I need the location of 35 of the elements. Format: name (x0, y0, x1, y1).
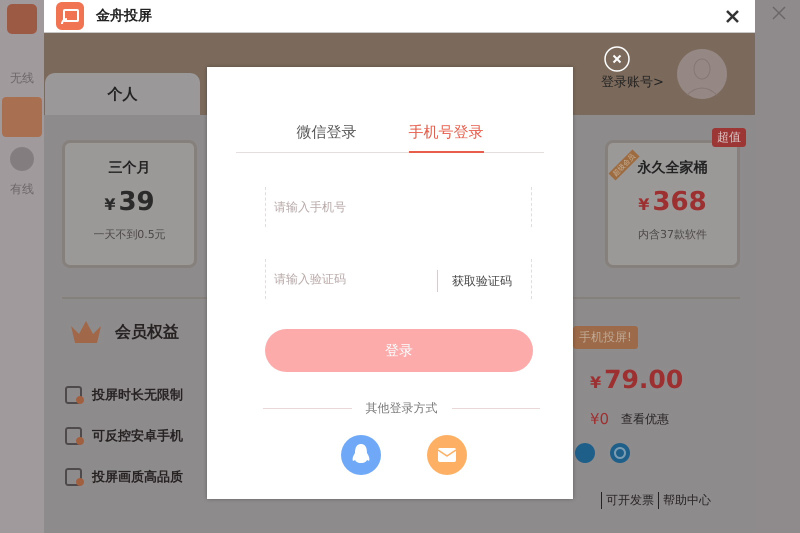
plan-tab[interactable]: 个人 (45, 73, 200, 115)
plan-note: 内含37款软件 (638, 227, 707, 242)
window-title: 金舟投屏 (96, 7, 153, 25)
plan-note: 一天不到0.5元 (93, 227, 166, 242)
benefits-title: 会员权益 (115, 322, 179, 342)
feature-label: 可反控安卓手机 (92, 428, 183, 445)
login-tab[interactable]: 微信登录 (296, 123, 356, 153)
plan-price: ¥39 (104, 187, 155, 217)
phone-field[interactable]: 请输入手机号 (266, 187, 531, 227)
feature-label: 投屏时长无限制 (92, 387, 183, 404)
discount-amount: ¥0 (590, 410, 610, 428)
promo-tag: 手机投屏! (573, 326, 638, 349)
mail-icon[interactable] (426, 435, 466, 475)
avatar-icon[interactable] (677, 49, 727, 99)
feature-label: 投屏画质高品质 (92, 468, 183, 486)
footer-link[interactable]: 可开发票 (601, 492, 658, 509)
penguin-icon[interactable] (340, 435, 380, 475)
other-methods-label: 其他登录方式 (366, 400, 438, 417)
feature-icon (64, 466, 86, 488)
footer-link[interactable]: 帮助中心 (658, 492, 715, 509)
login-link[interactable]: 登录账号> (601, 73, 664, 91)
total-price: ¥79.00 (590, 365, 684, 394)
get-code-button[interactable]: 获取验证码 (437, 270, 518, 292)
login-tab[interactable]: 手机号登录 (408, 123, 484, 153)
plan-card[interactable]: 三个月 ¥39 一天不到0.5元 (62, 140, 197, 268)
close-icon[interactable] (726, 10, 739, 22)
plan-tag: 超值 (712, 128, 746, 147)
plan-price: ¥368 (638, 187, 707, 217)
feature-icon (64, 425, 86, 447)
payment-icon[interactable] (575, 443, 595, 463)
discount-link[interactable]: 查看优惠 (621, 410, 670, 428)
plan-name: 永久全家桶 (638, 159, 708, 177)
feature-icon (64, 384, 86, 406)
payment-icon[interactable] (610, 443, 630, 463)
plan-name: 三个月 (108, 159, 150, 177)
